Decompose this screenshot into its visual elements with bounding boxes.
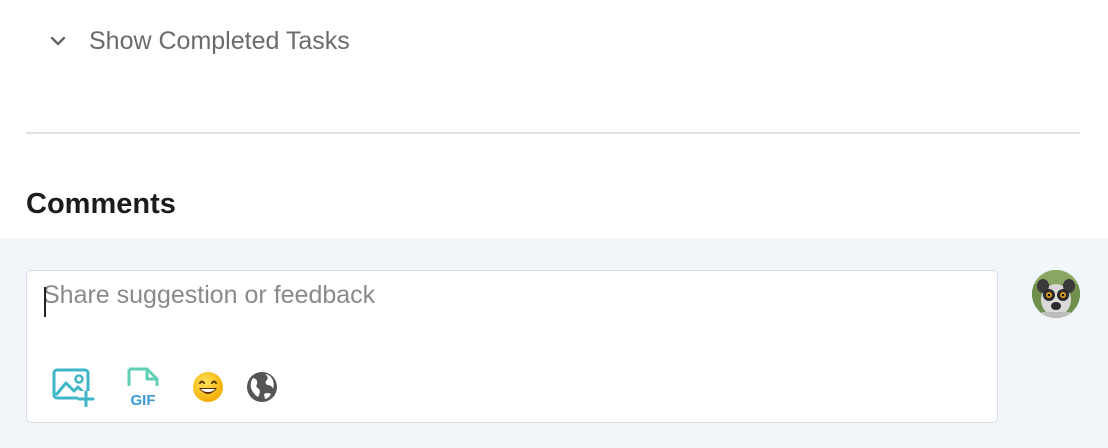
- comment-box: GIF: [26, 270, 998, 423]
- user-avatar[interactable]: [1032, 270, 1080, 318]
- show-completed-tasks-toggle[interactable]: Show Completed Tasks: [46, 20, 350, 62]
- task-detail-page: Show Completed Tasks Comments Share sugg…: [0, 0, 1108, 448]
- comment-toolbar: GIF: [51, 366, 279, 408]
- emoji-icon[interactable]: [191, 370, 225, 404]
- section-divider: [26, 132, 1080, 134]
- chevron-down-icon: [46, 29, 70, 53]
- comment-input[interactable]: [43, 281, 973, 321]
- text-caret: [44, 287, 46, 317]
- globe-icon[interactable]: [245, 370, 279, 404]
- gif-icon[interactable]: GIF: [125, 366, 161, 408]
- show-completed-tasks-label: Show Completed Tasks: [89, 26, 350, 55]
- lemur-avatar-icon: [1032, 270, 1080, 318]
- svg-text:GIF: GIF: [131, 392, 156, 408]
- image-add-icon[interactable]: [51, 367, 95, 407]
- comments-heading: Comments: [26, 188, 176, 220]
